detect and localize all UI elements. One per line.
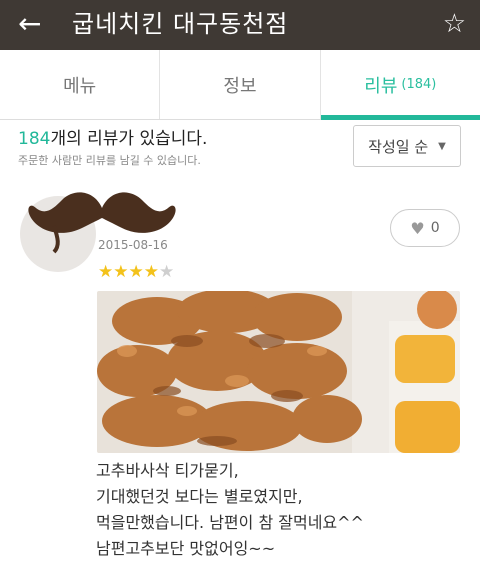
review-summary: 184개의 리뷰가 있습니다. (18, 124, 207, 149)
tab-label: 메뉴 (63, 75, 97, 97)
star-filled-icon: ★ (128, 262, 144, 282)
tab-reviews[interactable]: 리뷰 (184) (320, 50, 480, 120)
review-photo (97, 291, 460, 453)
arrow-left-icon[interactable]: ← (18, 4, 41, 44)
heart-icon: ♥ (410, 218, 425, 238)
star-outline-icon[interactable]: ☆ (443, 6, 466, 42)
star-empty-icon: ★ (159, 262, 175, 282)
sort-dropdown[interactable]: 작성일 순 ▼ (353, 125, 461, 167)
caret-down-icon: ▼ (438, 140, 446, 152)
tab-info[interactable]: 정보 (160, 50, 321, 119)
review-body: 고추바사삭 티가묻기, 기대했던것 보다는 별로였지만, 먹을만했습니다. 남편… (96, 458, 364, 562)
review-date: 2015-08-16 (98, 238, 168, 252)
sort-label: 작성일 순 (368, 137, 429, 156)
review-summary-text: 개의 리뷰가 있습니다. (50, 129, 208, 149)
review-count: 184 (18, 129, 51, 149)
page-title: 굽네치킨 대구동천점 (72, 10, 289, 38)
app-header: ← 굽네치킨 대구동천점 ☆ (0, 0, 480, 50)
review-note: 주문한 사람만 리뷰를 남길 수 있습니다. (18, 154, 201, 167)
star-filled-icon: ★ (113, 262, 129, 282)
star-filled-icon: ★ (98, 262, 114, 282)
star-rating: ★★★★★ (98, 262, 174, 282)
review-line: 먹을만했습니다. 남편이 참 잘먹네요^^ (96, 513, 364, 532)
star-filled-icon: ★ (143, 262, 159, 282)
tab-bar: 메뉴 정보 리뷰 (184) (0, 50, 480, 120)
like-count: 0 (430, 220, 440, 236)
like-button[interactable]: ♥ 0 (390, 209, 460, 247)
tab-menu[interactable]: 메뉴 (0, 50, 161, 119)
tab-label: 리뷰 (364, 75, 398, 97)
review-line: 남편고추보단 맛없어잉~~ (96, 539, 276, 558)
review-count-badge: (184) (401, 77, 437, 92)
tab-label: 정보 (223, 75, 257, 97)
review-line: 기대했던것 보다는 별로였지만, (96, 487, 303, 506)
review-line: 고추바사삭 티가묻기, (96, 461, 239, 480)
